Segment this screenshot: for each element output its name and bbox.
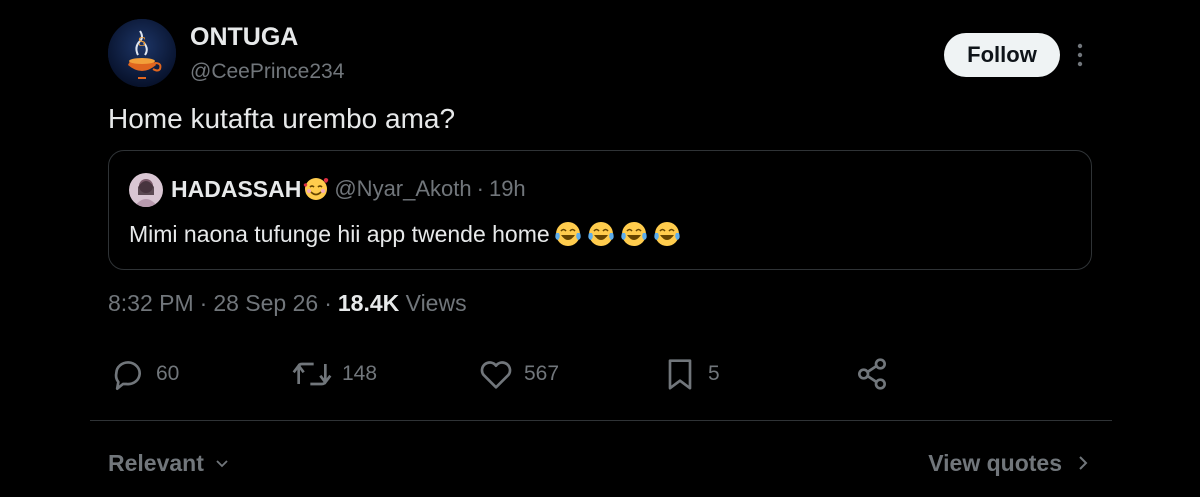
face-with-tears-of-joy-icon [586, 219, 616, 249]
view-quotes-link[interactable]: View quotes [928, 447, 1090, 479]
meta-separator: · [199, 290, 208, 316]
author-handle[interactable]: @CeePrince234 [190, 60, 344, 84]
svg-text:S: S [138, 35, 146, 49]
face-with-tears-of-joy-icon [619, 219, 649, 249]
share-icon [858, 358, 886, 390]
quoted-author-avatar[interactable] [129, 173, 163, 207]
meta-separator: · [324, 290, 332, 316]
smiling-face-with-hearts-icon [302, 175, 330, 203]
tweet-date[interactable]: 28 Sep 26 [213, 290, 318, 316]
quoted-tweet[interactable]: HADASSAH @Nyar_Akoth · 19h Mimi naona tu… [108, 150, 1092, 270]
heart-icon [480, 361, 512, 389]
face-with-tears-of-joy-icon [553, 219, 583, 249]
tweet-time[interactable]: 8:32 PM [108, 290, 194, 316]
quoted-separator: · [476, 176, 484, 201]
quoted-timestamp[interactable]: 19h [489, 176, 526, 202]
reply-button[interactable]: 60 [108, 354, 179, 394]
repost-button[interactable]: 148 [290, 354, 377, 394]
author-name[interactable]: ONTUGA [190, 23, 298, 52]
bookmark-count: 5 [708, 362, 720, 385]
repost-count: 148 [342, 362, 378, 385]
reply-icon [114, 361, 141, 390]
more-options-icon[interactable] [1070, 40, 1090, 70]
face-with-tears-of-joy-icon [652, 219, 682, 249]
bookmark-icon [668, 359, 692, 390]
share-button[interactable] [852, 354, 892, 394]
like-button[interactable]: 567 [476, 354, 559, 394]
follow-button[interactable]: Follow [944, 33, 1060, 77]
tweet-meta: 8:32 PM · 28 Sep 26 · 18.4K Views [108, 290, 467, 317]
quoted-author-handle[interactable]: @Nyar_Akoth [334, 176, 471, 202]
repost-icon [292, 362, 332, 386]
views-count[interactable]: 18.4K [338, 290, 399, 316]
chevron-right-icon [1079, 456, 1088, 470]
avatar-image: S [108, 19, 176, 87]
quoted-header: HADASSAH @Nyar_Akoth · 19h [171, 174, 526, 204]
author-avatar[interactable]: S [108, 19, 176, 87]
divider [90, 420, 1112, 421]
view-quotes-label: View quotes [928, 449, 1062, 476]
views-label: Views [405, 290, 467, 316]
bookmark-button[interactable]: 5 [660, 354, 720, 394]
quoted-tweet-text: Mimi naona tufunge hii app twende home [129, 219, 682, 249]
sort-label: Relevant [108, 449, 204, 476]
quoted-author-name[interactable]: HADASSAH [171, 176, 301, 203]
quoted-text: Mimi naona tufunge hii app twende home [129, 220, 550, 247]
sort-replies-button[interactable]: Relevant [108, 447, 230, 479]
reply-count: 60 [156, 362, 180, 385]
tweet-text: Home kutafta urembo ama? [108, 103, 456, 134]
chevron-down-icon [216, 460, 228, 468]
tweet: S ONTUGA @CeePrince234 Follow Home kutaf… [0, 0, 1200, 420]
like-count: 567 [524, 362, 560, 385]
